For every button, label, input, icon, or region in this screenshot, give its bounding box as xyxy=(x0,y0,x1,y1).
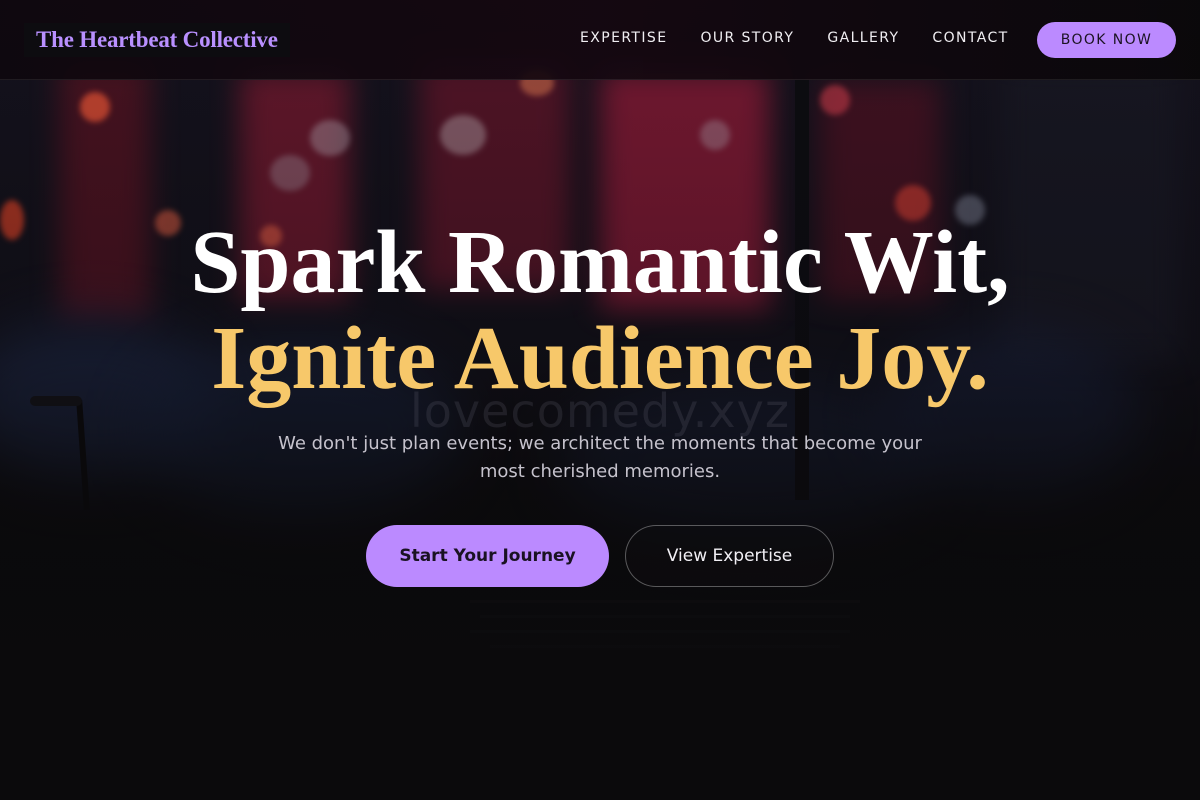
main-nav: EXPERTISE OUR STORY GALLERY CONTACT xyxy=(580,30,1042,46)
nav-link-expertise[interactable]: EXPERTISE xyxy=(580,30,667,46)
brand-logo[interactable]: The Heartbeat Collective xyxy=(24,23,290,57)
start-journey-button[interactable]: Start Your Journey xyxy=(366,525,609,587)
hero-headline-line1: Spark Romantic Wit, xyxy=(190,213,1010,312)
nav-link-gallery[interactable]: GALLERY xyxy=(827,30,899,46)
nav-link-contact[interactable]: CONTACT xyxy=(932,30,1008,46)
hero-subtitle: We don't just plan events; we architect … xyxy=(278,433,922,482)
site-header: The Heartbeat Collective EXPERTISE OUR S… xyxy=(0,0,1200,80)
book-now-button[interactable]: BOOK NOW xyxy=(1037,22,1176,58)
view-expertise-button[interactable]: View Expertise xyxy=(625,525,834,587)
nav-link-our-story[interactable]: OUR STORY xyxy=(700,30,794,46)
